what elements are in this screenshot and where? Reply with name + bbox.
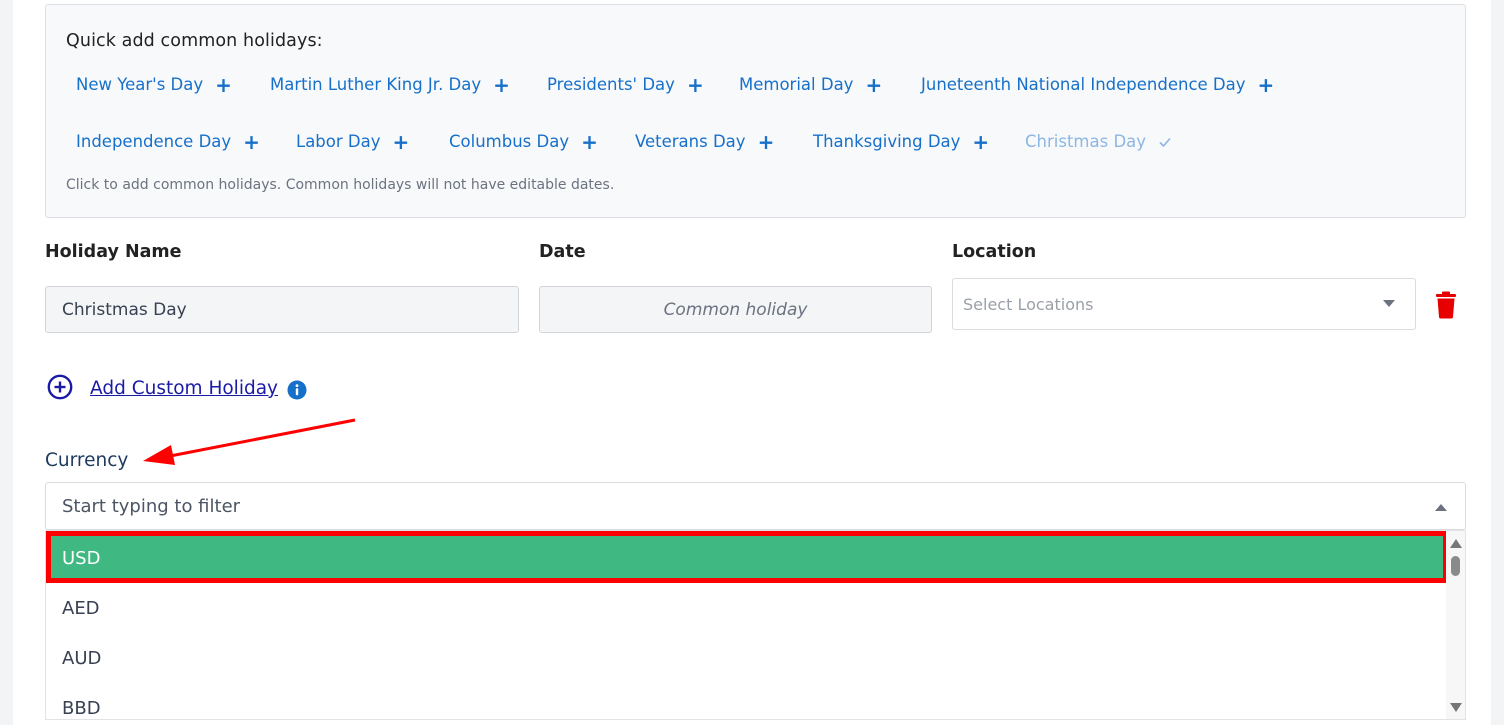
- location-placeholder: Select Locations: [963, 294, 1094, 314]
- chip-thanksgiving-day[interactable]: Thanksgiving Day +: [813, 129, 990, 154]
- chip-label: New Year's Day: [76, 75, 204, 94]
- check-icon: [1159, 137, 1171, 147]
- trash-icon[interactable]: [1434, 291, 1458, 319]
- chip-juneteenth[interactable]: Juneteenth National Independence Day +: [921, 72, 1275, 97]
- plus-icon: +: [581, 129, 598, 154]
- chip-independence-day[interactable]: Independence Day +: [76, 129, 260, 154]
- chip-memorial-day[interactable]: Memorial Day +: [739, 72, 883, 97]
- holiday-date-field: Common holiday: [539, 286, 932, 333]
- plus-circle-icon[interactable]: [47, 374, 73, 400]
- chip-new-years-day[interactable]: New Year's Day +: [76, 72, 232, 97]
- chip-label: Memorial Day: [739, 75, 854, 94]
- chip-label: Labor Day: [296, 132, 381, 151]
- quick-add-title: Quick add common holidays:: [66, 31, 323, 51]
- plus-icon: +: [686, 72, 704, 97]
- chip-label: Veterans Day: [635, 132, 746, 151]
- page: Quick add common holidays: New Year's Da…: [13, 0, 1491, 725]
- currency-option-bbd[interactable]: BBD: [46, 683, 1448, 719]
- chip-label: Columbus Day: [449, 132, 570, 151]
- info-icon[interactable]: [287, 380, 307, 400]
- add-custom-holiday-link[interactable]: Add Custom Holiday: [90, 378, 278, 399]
- currency-option-aud[interactable]: AUD: [46, 633, 1448, 683]
- scrollbar-thumb[interactable]: [1451, 556, 1460, 576]
- chip-labor-day[interactable]: Labor Day +: [296, 129, 410, 154]
- chip-label: Martin Luther King Jr. Day: [270, 75, 482, 94]
- chip-label: Thanksgiving Day: [813, 132, 961, 151]
- holiday-name-field: Christmas Day: [45, 286, 519, 333]
- currency-option-aed[interactable]: AED: [46, 583, 1448, 633]
- quick-add-panel: Quick add common holidays: New Year's Da…: [45, 4, 1466, 218]
- chip-presidents-day[interactable]: Presidents' Day +: [547, 72, 704, 97]
- chip-label: Presidents' Day: [547, 75, 675, 94]
- chip-christmas-day: Christmas Day: [1025, 132, 1172, 151]
- dropdown-scrollbar[interactable]: [1446, 531, 1465, 719]
- scroll-down-arrow-icon[interactable]: [1450, 703, 1462, 712]
- holiday-name-label: Holiday Name: [45, 242, 182, 262]
- plus-icon: +: [493, 72, 510, 97]
- plus-icon: +: [215, 72, 232, 97]
- currency-placeholder: Start typing to filter: [62, 495, 241, 517]
- chip-label: Independence Day: [76, 132, 232, 151]
- plus-icon: +: [757, 129, 775, 154]
- annotation-arrow: [143, 418, 356, 465]
- currency-filter-input[interactable]: Start typing to filter: [45, 482, 1466, 530]
- location-label: Location: [952, 242, 1037, 262]
- scroll-up-arrow-icon[interactable]: [1450, 539, 1462, 548]
- chip-label: Juneteenth National Independence Day: [921, 75, 1246, 94]
- chevron-up-icon: [1435, 504, 1447, 511]
- plus-icon: +: [972, 129, 990, 154]
- chip-label: Christmas Day: [1025, 132, 1147, 151]
- currency-option-usd[interactable]: USD: [46, 533, 1448, 583]
- plus-icon: +: [1257, 72, 1275, 97]
- currency-label: Currency: [45, 450, 129, 471]
- chip-mlk-day[interactable]: Martin Luther King Jr. Day +: [270, 72, 510, 97]
- date-label: Date: [539, 242, 586, 262]
- chip-columbus-day[interactable]: Columbus Day +: [449, 129, 598, 154]
- chevron-down-icon: [1383, 300, 1395, 307]
- plus-icon: +: [865, 72, 883, 97]
- location-select[interactable]: Select Locations: [952, 278, 1416, 330]
- plus-icon: +: [392, 129, 410, 154]
- chip-veterans-day[interactable]: Veterans Day +: [635, 129, 775, 154]
- currency-dropdown: USD AED AUD BBD: [45, 530, 1466, 720]
- plus-icon: +: [243, 129, 260, 154]
- quick-add-hint: Click to add common holidays. Common hol…: [66, 177, 615, 193]
